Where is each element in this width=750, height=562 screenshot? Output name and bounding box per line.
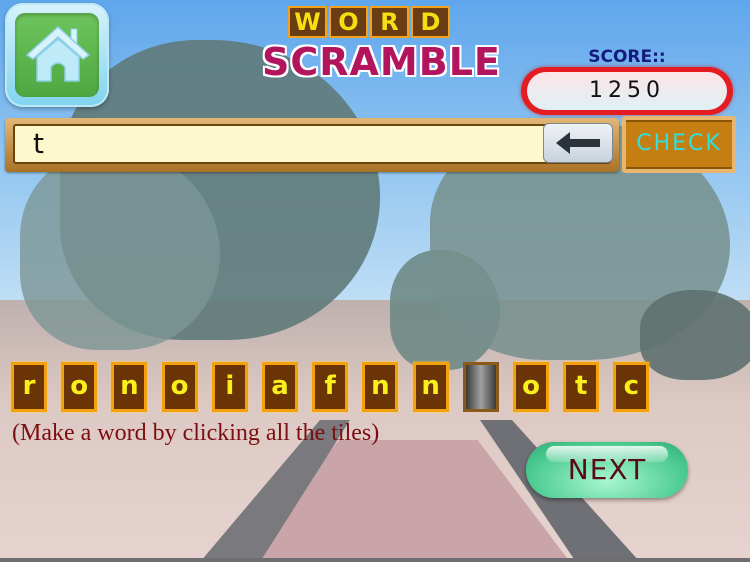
- backspace-button[interactable]: [543, 123, 613, 163]
- next-button[interactable]: NEXT: [526, 442, 688, 498]
- letter-tile[interactable]: n: [111, 362, 148, 412]
- score-label: SCORE::: [588, 47, 666, 67]
- home-button[interactable]: [5, 3, 109, 107]
- letter-tile[interactable]: i: [211, 362, 248, 412]
- letter-tile[interactable]: o: [513, 362, 549, 412]
- title-scramble: SCRAMBLE: [262, 40, 501, 84]
- check-button[interactable]: CHECK: [622, 116, 736, 173]
- title-letter: R: [370, 6, 409, 38]
- letter-tile[interactable]: r: [11, 362, 47, 412]
- check-label: CHECK: [626, 120, 732, 169]
- letter-tile[interactable]: a: [262, 362, 298, 412]
- letter-tile[interactable]: c: [613, 362, 650, 412]
- title-letter: D: [411, 6, 450, 38]
- score-display: 1250: [521, 67, 733, 115]
- title-letter: W: [288, 6, 327, 38]
- bottom-strip: [0, 558, 750, 562]
- letter-tile[interactable]: n: [412, 362, 449, 412]
- home-icon: [25, 25, 91, 82]
- next-label: NEXT: [567, 453, 647, 486]
- answer-input-frame: t: [5, 118, 619, 172]
- answer-input[interactable]: t: [13, 124, 611, 164]
- title-letter: O: [329, 6, 368, 38]
- left-arrow-icon: [556, 132, 600, 154]
- letter-tile[interactable]: t: [563, 362, 600, 412]
- letter-tile[interactable]: o: [161, 362, 198, 412]
- letter-tile[interactable]: n: [362, 362, 399, 412]
- letter-tile[interactable]: o: [61, 362, 98, 412]
- score-value: 1250: [527, 72, 727, 110]
- title-word: W O R D: [288, 6, 450, 38]
- tree-far-right: [640, 290, 750, 380]
- letter-tile[interactable]: f: [312, 362, 349, 412]
- instruction-text: (Make a word by clicking all the tiles): [12, 420, 380, 446]
- letter-tile-used: t: [462, 362, 499, 412]
